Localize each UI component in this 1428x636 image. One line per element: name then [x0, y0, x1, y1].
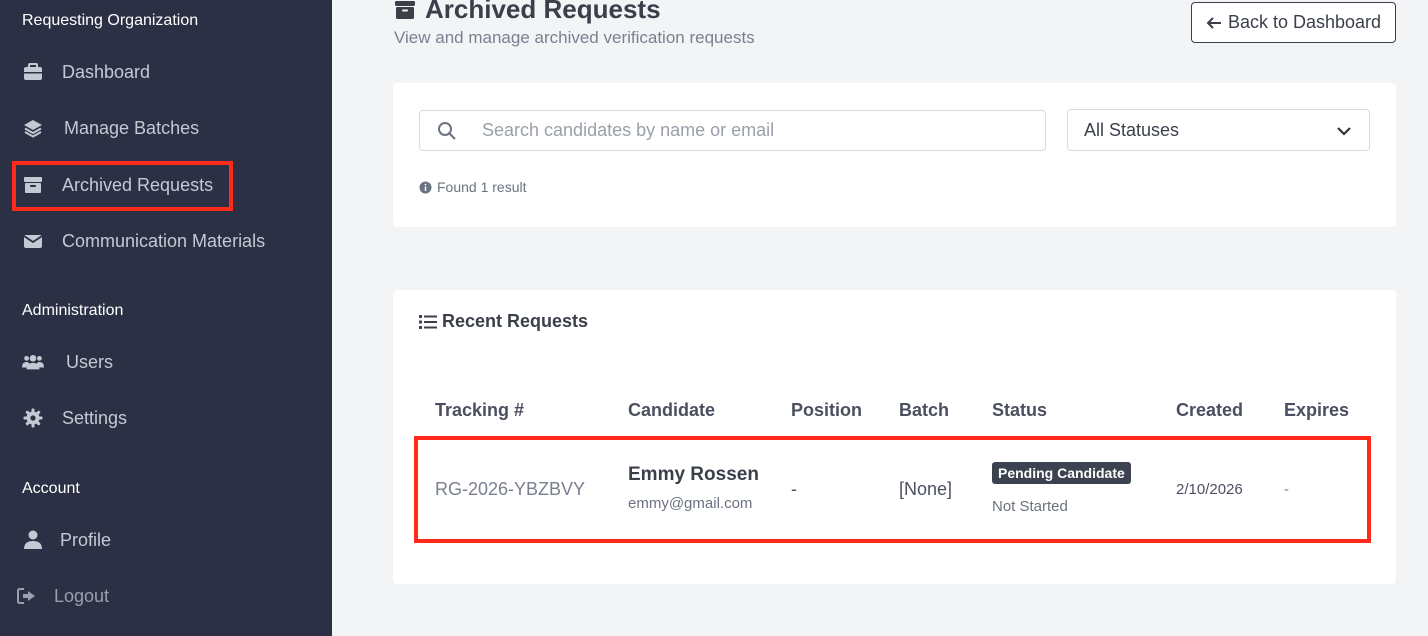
page-title: Archived Requests — [394, 0, 661, 25]
sidebar-item-dashboard[interactable]: Dashboard — [22, 57, 150, 87]
sidebar-item-label: Profile — [60, 529, 112, 550]
column-header-created[interactable]: Created — [1176, 400, 1243, 421]
status-select-value: All Statuses — [1084, 119, 1180, 140]
result-count: Found 1 result — [419, 179, 527, 195]
column-header-position[interactable]: Position — [791, 400, 862, 421]
column-header-tracking[interactable]: Tracking # — [435, 400, 524, 421]
column-header-candidate[interactable]: Candidate — [628, 400, 715, 421]
gear-icon — [22, 407, 44, 429]
recent-requests-title: Recent Requests — [419, 311, 588, 332]
list-icon — [419, 314, 437, 330]
filter-card — [393, 83, 1396, 227]
page-subtitle: View and manage archived verification re… — [394, 28, 755, 47]
sidebar-item-label: Users — [66, 351, 114, 372]
search-icon — [424, 121, 470, 141]
sidebar-item-label: Manage Batches — [64, 117, 200, 138]
sidebar-item-settings[interactable]: Settings — [22, 403, 127, 433]
logout-icon — [16, 585, 38, 607]
briefcase-icon — [22, 61, 44, 83]
sidebar-item-users[interactable]: Users — [22, 347, 113, 377]
sidebar-item-label: Settings — [62, 407, 128, 428]
info-icon — [419, 181, 432, 194]
sidebar-section-org: Requesting Organization — [22, 12, 199, 29]
arrow-left-icon — [1206, 16, 1222, 30]
back-to-dashboard-button[interactable]: Back to Dashboard — [1191, 2, 1396, 43]
result-count-text: Found 1 result — [437, 179, 527, 195]
envelope-icon — [22, 230, 44, 252]
column-header-batch[interactable]: Batch — [899, 400, 949, 421]
sidebar-item-communication-materials[interactable]: Communication Materials — [22, 226, 265, 256]
user-icon — [22, 529, 44, 551]
sidebar-item-profile[interactable]: Profile — [22, 525, 111, 555]
column-header-status[interactable]: Status — [992, 400, 1047, 421]
chevron-down-icon — [1337, 120, 1351, 141]
page-title-text: Archived Requests — [425, 0, 661, 24]
archive-icon — [394, 0, 416, 20]
back-button-label: Back to Dashboard — [1227, 12, 1382, 32]
search-input[interactable] — [470, 120, 1045, 141]
sidebar-section-admin: Administration — [22, 302, 124, 319]
sidebar: Requesting Organization Dashboard Manage… — [0, 0, 332, 636]
search-field[interactable] — [419, 110, 1046, 151]
sidebar-item-label: Communication Materials — [62, 230, 266, 251]
sidebar-item-label: Dashboard — [62, 61, 151, 82]
status-select[interactable]: All Statuses — [1067, 109, 1370, 151]
sidebar-section-account: Account — [22, 480, 80, 497]
row-highlight — [414, 436, 1371, 543]
sidebar-item-manage-batches[interactable]: Manage Batches — [22, 113, 199, 143]
active-item-highlight — [12, 161, 233, 211]
sidebar-item-label: Logout — [54, 585, 110, 606]
sidebar-item-logout[interactable]: Logout — [16, 581, 109, 611]
recent-requests-title-text: Recent Requests — [442, 311, 589, 331]
column-header-expires[interactable]: Expires — [1284, 400, 1349, 421]
users-icon — [22, 351, 44, 373]
layers-icon — [22, 117, 44, 139]
